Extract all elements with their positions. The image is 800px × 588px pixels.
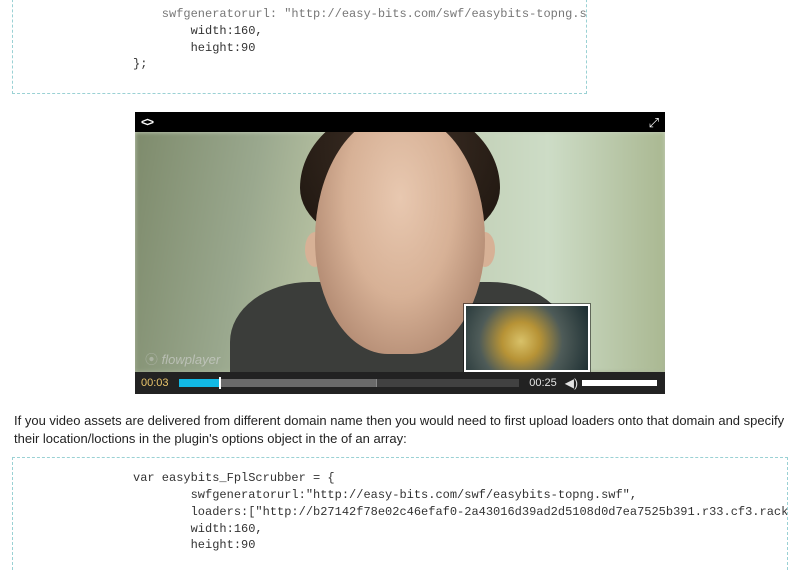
time-total: 00:25 [523,377,565,389]
paragraph-loaders: If you video assets are delivered from d… [14,412,786,447]
video-player: <> ⤢ flowplayer 00:03 [135,112,665,394]
video-frame: <> ⤢ flowplayer 00:03 [135,112,665,394]
code-line: var easybits_FplScrubber = { [133,471,335,485]
code-top: swfgeneratorurl: "http://easy-bits.com/s… [13,6,586,73]
time-elapsed: 00:03 [135,377,175,389]
code-bottom: var easybits_FplScrubber = { swfgenerato… [13,470,787,554]
page: swfgeneratorurl: "http://easy-bits.com/s… [0,0,800,570]
video-viewport[interactable]: flowplayer [135,132,665,372]
code-block-bottom: var easybits_FplScrubber = { swfgenerato… [12,457,788,570]
code-line: swfgeneratorurl: "http://easy-bits.com/s… [133,7,587,21]
video-controls: 00:03 00:25 ◀) [135,372,665,394]
video-topbar: <> ⤢ [135,112,665,132]
code-line: swfgeneratorurl:"http://easy-bits.com/sw… [133,488,637,502]
code-line: loaders:["http://b27142f78e02c46efaf0-2a… [133,505,788,519]
volume-track[interactable] [582,380,657,386]
playhead[interactable] [219,377,221,389]
code-line: }; [133,57,147,71]
code-line: width:160, [133,24,263,38]
fullscreen-icon[interactable]: ⤢ [649,116,659,129]
embed-icon[interactable]: <> [141,115,153,129]
progress-track[interactable] [179,379,520,387]
preview-thumbnail [464,304,590,372]
code-line: height:90 [133,41,255,55]
progress-played [179,379,220,387]
code-line: height:90 [133,538,255,552]
code-line: width:160, [133,522,263,536]
figure-face [315,132,485,354]
volume-icon[interactable]: ◀) [565,376,582,390]
code-block-top: swfgeneratorurl: "http://easy-bits.com/s… [12,0,587,94]
